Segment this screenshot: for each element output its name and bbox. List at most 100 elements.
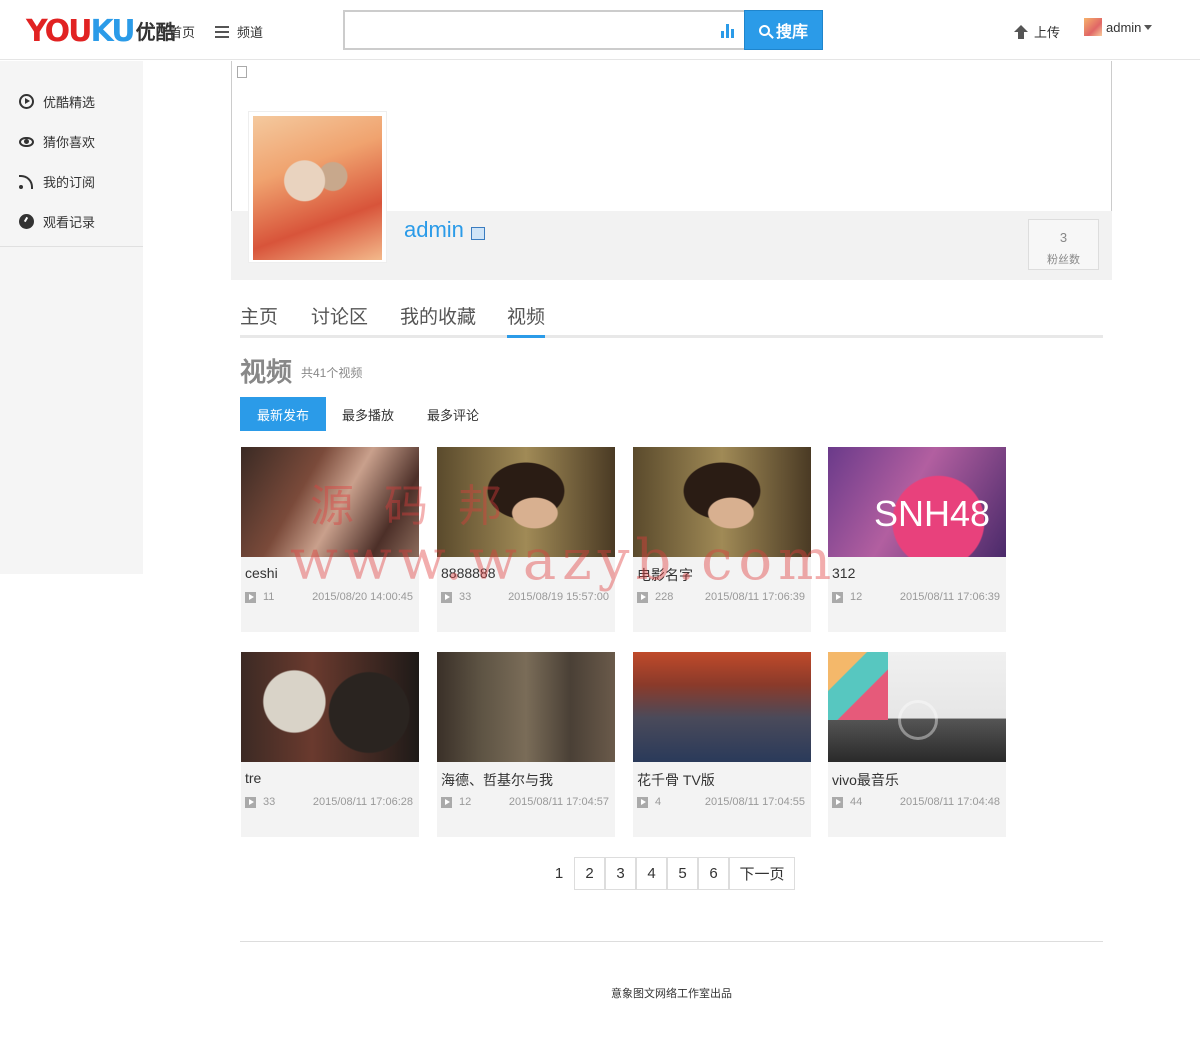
- video-card[interactable]: SNH48 312 12 2015/08/11 17:06:39: [828, 447, 1006, 632]
- search-input[interactable]: [343, 10, 744, 50]
- video-date: 2015/08/19 15:57:00: [508, 591, 609, 603]
- video-card[interactable]: tre 33 2015/08/11 17:06:28: [241, 652, 419, 837]
- sort-newest-button[interactable]: 最新发布: [240, 397, 326, 431]
- video-card[interactable]: ceshi 11 2015/08/20 14:00:45: [241, 447, 419, 632]
- video-thumbnail[interactable]: [828, 652, 1006, 762]
- play-icon: [637, 591, 648, 603]
- sidebar: 优酷精选 猜你喜欢 我的订阅 观看记录: [0, 61, 143, 574]
- video-title[interactable]: 花千骨 TV版: [637, 770, 715, 790]
- search-icon: [758, 24, 770, 36]
- sidebar-item-label: 优酷精选: [43, 94, 96, 110]
- video-thumbnail[interactable]: [241, 652, 419, 762]
- video-date: 2015/08/11 17:06:39: [899, 591, 1000, 603]
- video-meta: 12 2015/08/11 17:06:39: [832, 591, 1000, 603]
- video-plays: 33: [263, 796, 276, 808]
- page-link[interactable]: 6: [698, 857, 729, 890]
- page-link[interactable]: 4: [636, 857, 667, 890]
- logo-text: YOUKU: [26, 14, 136, 49]
- video-title[interactable]: 8888888: [441, 565, 496, 581]
- page-link[interactable]: 3: [605, 857, 636, 890]
- sidebar-item-history[interactable]: 观看记录: [0, 201, 143, 241]
- video-meta: 33 2015/08/19 15:57:00: [441, 591, 609, 603]
- video-thumbnail[interactable]: [437, 652, 615, 762]
- video-meta: 4 2015/08/11 17:04:55: [637, 796, 805, 808]
- play-overlay-icon: [898, 700, 938, 740]
- video-card[interactable]: vivo最音乐 44 2015/08/11 17:04:48: [828, 652, 1006, 837]
- video-thumbnail[interactable]: [241, 447, 419, 557]
- page-link[interactable]: 5: [667, 857, 698, 890]
- sort-most-played-button[interactable]: 最多播放: [326, 397, 410, 431]
- chart-bars-icon[interactable]: [720, 22, 736, 38]
- video-title[interactable]: ceshi: [245, 565, 278, 581]
- video-thumbnail[interactable]: [633, 447, 811, 557]
- section-title: 视频: [240, 357, 293, 387]
- youku-logo[interactable]: YOUKU 优酷: [26, 14, 176, 48]
- tab-discussion[interactable]: 讨论区: [311, 302, 368, 338]
- play-icon: [245, 796, 256, 808]
- eye-icon: [19, 137, 34, 147]
- play-icon: [245, 591, 256, 603]
- tab-favorites[interactable]: 我的收藏: [400, 302, 476, 338]
- sidebar-item-subscriptions[interactable]: 我的订阅: [0, 161, 143, 201]
- next-page-button[interactable]: 下一页: [729, 857, 795, 890]
- video-title[interactable]: 电影名字: [637, 565, 693, 585]
- video-plays: 44: [850, 796, 863, 808]
- video-meta: 12 2015/08/11 17:04:57: [441, 796, 609, 808]
- video-title[interactable]: 312: [832, 565, 855, 581]
- video-title[interactable]: tre: [245, 770, 261, 786]
- video-count: 共41个视频: [301, 366, 363, 380]
- play-circle-icon: [19, 93, 34, 109]
- video-card[interactable]: 电影名字 228 2015/08/11 17:06:39: [633, 447, 811, 632]
- sidebar-item-label: 观看记录: [43, 214, 96, 230]
- nav-home-link[interactable]: 首页: [169, 22, 195, 41]
- tab-home[interactable]: 主页: [240, 302, 278, 338]
- profile-avatar: [248, 111, 387, 263]
- fans-count: 3: [1059, 230, 1068, 245]
- sidebar-list: 优酷精选 猜你喜欢 我的订阅 观看记录: [0, 61, 143, 247]
- video-card[interactable]: 8888888 33 2015/08/19 15:57:00: [437, 447, 615, 632]
- fans-label: 粉丝数: [1047, 254, 1080, 266]
- upload-label: 上传: [1034, 25, 1061, 40]
- profile-username: admin: [404, 217, 464, 242]
- sort-most-commented-button[interactable]: 最多评论: [410, 397, 496, 431]
- cat-avatar-image: [253, 116, 382, 260]
- video-title[interactable]: vivo最音乐: [832, 770, 899, 790]
- broken-image-icon: [237, 66, 247, 78]
- video-thumbnail[interactable]: [633, 652, 811, 762]
- video-card[interactable]: 海德、哲基尔与我 12 2015/08/11 17:04:57: [437, 652, 615, 837]
- video-date: 2015/08/11 17:04:57: [508, 796, 609, 808]
- video-date: 2015/08/20 14:00:45: [312, 591, 413, 603]
- footer-divider: [240, 941, 1103, 942]
- video-meta: 44 2015/08/11 17:04:48: [832, 796, 1000, 808]
- video-date: 2015/08/11 17:04:48: [899, 796, 1000, 808]
- video-title[interactable]: 海德、哲基尔与我: [441, 770, 553, 790]
- play-icon: [637, 796, 648, 808]
- fans-counter[interactable]: 3 粉丝数: [1028, 219, 1099, 270]
- upload-link[interactable]: 上传: [1013, 22, 1060, 41]
- nav-channel-link[interactable]: 频道: [215, 22, 263, 41]
- video-badge-icon: [471, 227, 485, 240]
- tab-videos[interactable]: 视频: [507, 302, 546, 338]
- avatar: [1084, 18, 1102, 36]
- video-thumbnail[interactable]: SNH48: [828, 447, 1006, 557]
- play-icon: [441, 591, 452, 603]
- thumbnail-shape: [828, 652, 888, 720]
- page-link[interactable]: 2: [574, 857, 605, 890]
- sidebar-item-picks[interactable]: 优酷精选: [0, 81, 143, 121]
- play-icon: [441, 796, 452, 808]
- chevron-down-icon: [1144, 24, 1153, 30]
- footer-credit: 意象图文网络工作室出品: [611, 988, 732, 1000]
- sidebar-item-recommend[interactable]: 猜你喜欢: [0, 121, 143, 161]
- rss-icon: [19, 174, 34, 189]
- top-header: YOUKU 优酷 首页 频道 搜库 上传 admin: [0, 0, 1200, 60]
- video-meta: 11 2015/08/20 14:00:45: [245, 591, 413, 603]
- sidebar-item-label: 我的订阅: [43, 174, 96, 190]
- search-button[interactable]: 搜库: [744, 10, 823, 50]
- user-menu[interactable]: admin: [1084, 18, 1153, 36]
- video-card[interactable]: 花千骨 TV版 4 2015/08/11 17:04:55: [633, 652, 811, 837]
- video-thumbnail[interactable]: [437, 447, 615, 557]
- video-date: 2015/08/11 17:06:39: [704, 591, 805, 603]
- menu-icon: [215, 25, 229, 38]
- upload-icon: [1013, 24, 1029, 39]
- video-plays: 33: [459, 591, 472, 603]
